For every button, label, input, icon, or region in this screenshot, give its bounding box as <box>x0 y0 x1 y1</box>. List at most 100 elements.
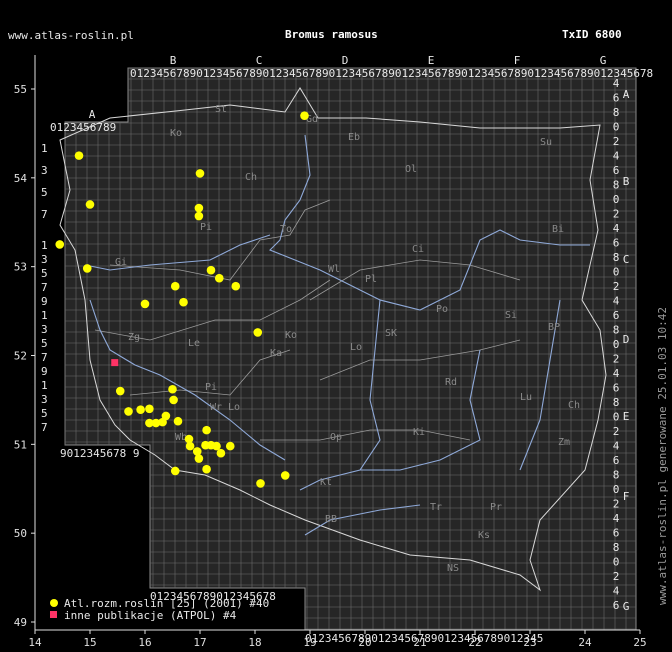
grid-label: 5 <box>41 267 48 280</box>
grid-label: 6 <box>613 92 620 105</box>
region-label: Op <box>330 432 342 443</box>
grid-label: E <box>428 54 435 67</box>
region-label: Pl <box>365 274 377 285</box>
atlas-record-point <box>169 395 178 405</box>
grid-label: 4 <box>613 440 620 453</box>
atlas-record-point <box>194 454 204 463</box>
atlas-record-point <box>192 447 202 456</box>
grid-label: 2 <box>613 498 620 511</box>
region-label: Zg <box>128 332 140 343</box>
region-label: Si <box>505 310 517 321</box>
grid-label: 9 <box>41 295 48 308</box>
grid-label: 4 <box>613 367 620 380</box>
y-tick-label: 52 <box>14 350 27 363</box>
atlas-record-point <box>194 203 204 213</box>
atlas-record-point <box>231 281 241 291</box>
grid-label: 1 <box>41 142 48 155</box>
grid-label: 8 <box>613 324 620 337</box>
region-label: Pi <box>205 382 217 393</box>
atlas-record-point <box>140 299 150 309</box>
atlas-record-point <box>225 441 235 451</box>
other-record-point <box>111 359 119 367</box>
region-label: Tr <box>430 502 442 513</box>
grid-label: 5 <box>41 186 48 199</box>
grid-label: 3 <box>41 164 48 177</box>
region-label: Kt <box>320 477 332 488</box>
grid-label: 4 <box>613 150 620 163</box>
grid-label: 4 <box>613 295 620 308</box>
legend-other-marker <box>50 611 57 618</box>
legend: Atl.rozm.roslin [25] (2001) #40 inne pub… <box>50 597 269 622</box>
region-label: Lo <box>228 402 240 413</box>
atlas-record-point <box>206 265 216 275</box>
grid-label: F <box>514 54 521 67</box>
grid-label: 1 <box>41 309 48 322</box>
atlas-record-point <box>124 407 133 416</box>
region-label: Pi <box>200 222 212 233</box>
region-label: BP <box>548 322 560 333</box>
atlas-record-point <box>216 448 226 458</box>
atlas-record-point <box>55 240 65 249</box>
region-label: Ci <box>412 244 424 255</box>
grid-label: 6 <box>613 527 620 540</box>
atlas-record-point <box>202 464 211 474</box>
region-label: Lu <box>520 392 532 403</box>
grid-label: C <box>623 253 630 266</box>
region-label: Bi <box>552 224 564 235</box>
grid-label: 5 <box>41 407 48 420</box>
atlas-record-point <box>300 111 309 120</box>
grid-label: 8 <box>613 396 620 409</box>
region-label: Ki <box>413 427 425 438</box>
legend-other-label: inne publikacje (ATPOL) #4 <box>64 609 237 622</box>
region-label: Pr <box>490 502 502 513</box>
atlas-record-point <box>74 151 84 160</box>
grid-label: 0123456789012345678901234567890123456789… <box>130 67 653 80</box>
grid-label: 0 <box>613 483 620 496</box>
region-label: Zm <box>558 437 570 448</box>
grid-label: 7 <box>41 281 48 294</box>
x-tick-label: 14 <box>28 636 42 649</box>
atlas-record-point <box>82 264 92 273</box>
grid-label: 1 <box>41 379 48 392</box>
grid-label: 012345678901234567890123456789012345 <box>305 632 543 645</box>
y-tick-label: 51 <box>14 438 27 451</box>
region-label: Lo <box>350 342 362 353</box>
region-label: Ko <box>285 330 297 341</box>
grid-label: 4 <box>613 222 620 235</box>
grid-label: 3 <box>41 323 48 336</box>
grid-label: 2 <box>613 425 620 438</box>
grid-label: 1 <box>41 239 48 252</box>
region-label: Ol <box>405 164 417 175</box>
grid-label: 6 <box>613 454 620 467</box>
atlas-record-point <box>280 471 290 480</box>
grid-label: D <box>342 54 349 67</box>
region-label: St <box>215 104 227 115</box>
grid-label: D <box>623 333 630 346</box>
atlas-record-point <box>194 211 204 221</box>
atlas-record-point <box>161 411 171 421</box>
grid-label: 3 <box>41 253 48 266</box>
atlas-record-point <box>85 200 95 209</box>
x-tick-label: 16 <box>138 636 151 649</box>
atlas-record-point <box>136 405 145 414</box>
grid-label: 7 <box>41 208 48 221</box>
region-label: Ks <box>478 530 490 541</box>
grid-label: 0 <box>613 556 620 569</box>
grid-label: 6 <box>613 599 620 612</box>
x-tick-label: 18 <box>248 636 261 649</box>
y-tick-label: 54 <box>14 172 28 185</box>
grid-label: 6 <box>613 382 620 395</box>
region-label: Ko <box>170 128 182 139</box>
region-label: Ka <box>270 348 282 359</box>
grid-label: B <box>170 54 177 67</box>
site-url[interactable]: www.atlas-roslin.pl <box>8 29 134 42</box>
grid-label: 8 <box>613 179 620 192</box>
grid-label: 3 <box>41 393 48 406</box>
grid-label: 4 <box>613 77 620 90</box>
region-label: To <box>280 224 292 235</box>
atlas-record-point <box>253 328 263 337</box>
grid-label: 2 <box>613 353 620 366</box>
region-label: Wl <box>328 264 340 275</box>
region-label: BB <box>325 514 337 525</box>
y-tick-label: 55 <box>14 83 27 96</box>
